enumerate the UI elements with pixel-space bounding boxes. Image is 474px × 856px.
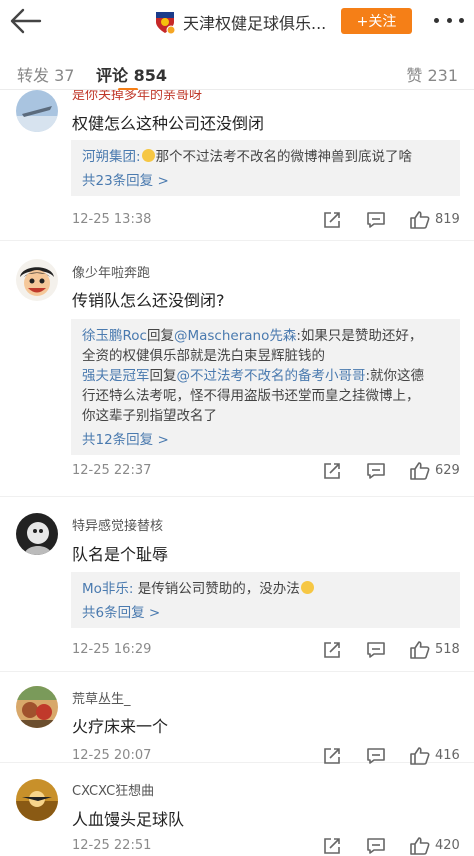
emoji-icon [300,581,314,594]
more-options-icon[interactable] [434,13,464,27]
avatar[interactable] [16,686,58,728]
like-count: 518 [435,642,460,657]
more-replies-link[interactable]: 共23条回复 > [82,171,449,191]
comment-meta: 12-25 22:37 629 [72,461,462,481]
avatar[interactable] [16,259,58,301]
comment-item: CXCXC狂想曲 人血馒头足球队 12-25 22:51 420 [0,763,474,856]
reply-text: 是传销公司赞助的，没办法 [133,581,300,597]
tab-comments[interactable]: 评论 854 [96,62,167,86]
reply-verb: 回复 [149,368,177,384]
share-icon[interactable] [322,836,344,856]
avatar[interactable] [16,513,58,555]
reply-icon[interactable] [366,836,388,856]
reply-icon[interactable] [366,210,388,230]
comment-time: 12-25 22:51 [72,838,152,853]
reply-verb: 回复 [146,328,174,344]
share-icon[interactable] [322,461,344,481]
reply-mention[interactable]: @Mascherano先森 [174,328,296,344]
page-title-group: 天津权健足球俱乐... [154,9,326,35]
comment-meta: 12-25 22:51 420 [72,836,462,856]
reply-box[interactable]: 河朔集团: 那个不过法考不改名的微博神兽到底说了啥 共23条回复 > [71,140,460,196]
comment-item: 是你关掉多年的亲哥呀 权健怎么这种公司还没倒闭 河朔集团: 那个不过法考不改名的微… [0,90,474,241]
follow-button[interactable]: +关注 [341,8,412,34]
reply-line: 你这辈子别指望改名了 [82,408,217,424]
like-count: 819 [435,212,460,227]
reply-line: Mo非乐: 是传销公司赞助的，没办法 [82,579,449,599]
comment-item: 荒草丛生_ 火疗床来一个 12-25 20:07 416 [0,672,474,765]
tab-reposts-count: 37 [54,66,75,85]
share-icon[interactable] [322,640,344,660]
reply-box[interactable]: Mo非乐: 是传销公司赞助的，没办法 共6条回复 > [71,572,460,628]
like-count: 416 [435,748,460,763]
comment-time: 12-25 22:37 [72,463,152,478]
like-icon[interactable] [409,461,431,481]
more-replies-link[interactable]: 共12条回复 > [82,430,449,450]
comment-username[interactable]: 是你关掉多年的亲哥呀 [72,90,202,103]
like-count: 420 [435,838,460,853]
comment-username[interactable]: 荒草丛生_ [72,688,131,707]
back-arrow-icon[interactable] [8,6,44,36]
reply-line: 行还特么法考呢，怪不得用盗版书还堂而皇之挂微博上， [82,388,420,404]
reply-username[interactable]: 河朔集团: [82,149,141,165]
comment-text: 人血馒头足球队 [72,810,185,829]
more-replies-link[interactable]: 共6条回复 > [82,603,449,623]
comment-text: 权健怎么这种公司还没倒闭 [72,114,265,133]
comment-text: 传销队怎么还没倒闭? [72,291,225,310]
like-icon[interactable] [409,210,431,230]
tab-likes-label: 赞 [406,66,423,85]
tab-comments-count: 854 [133,66,167,85]
comment-item: 特异感觉接替核 队名是个耻辱 Mo非乐: 是传销公司赞助的，没办法 共6条回复 … [0,497,474,672]
like-count: 629 [435,463,460,478]
share-icon[interactable] [322,210,344,230]
reply-username[interactable]: 强夫是冠军 [82,368,150,384]
reply-box[interactable]: 徐玉鹏Roc回复@Mascherano先森:如果只是赞助还好， 全资的权健俱乐部… [71,319,460,455]
avatar[interactable] [16,90,58,132]
tab-comments-label: 评论 [96,66,129,85]
reply-line: 全资的权健俱乐部就是洗白束昱辉脏钱的 [82,348,325,364]
comment-username[interactable]: CXCXC狂想曲 [72,780,154,799]
comment-text: 队名是个耻辱 [72,545,169,564]
reply-line: 河朔集团: 那个不过法考不改名的微博神兽到底说了啥 [82,147,449,167]
comment-time: 12-25 16:29 [72,642,152,657]
like-icon[interactable] [409,836,431,856]
team-logo-icon [154,10,176,35]
reply-mention[interactable]: @不过法考不改名的备考小哥哥 [177,368,366,384]
reply-username[interactable]: 徐玉鹏Roc [82,328,147,344]
comment-username[interactable]: 特异感觉接替核 [72,515,163,534]
comment-time: 12-25 20:07 [72,748,152,763]
reply-text: :就你这德 [365,368,425,384]
tab-reposts[interactable]: 转发 37 [17,62,74,86]
reply-text: :如果只是赞助还好， [296,328,423,344]
emoji-icon [141,149,155,162]
reply-icon[interactable] [366,640,388,660]
comment-time: 12-25 13:38 [72,212,152,227]
tab-bar: 转发 37 评论 854 赞 231 [0,44,474,91]
reply-text: 那个不过法考不改名的微博神兽到底说了啥 [155,149,413,165]
page-title: 天津权健足球俱乐... [183,14,327,33]
comment-username[interactable]: 像少年啦奔跑 [72,262,150,281]
comment-meta: 12-25 13:38 819 [72,210,462,230]
reply-line: 强夫是冠军回复@不过法考不改名的备考小哥哥:就你这德 [82,366,449,386]
top-bar: 天津权健足球俱乐... +关注 [0,0,474,44]
comment-item: 像少年啦奔跑 传销队怎么还没倒闭? 徐玉鹏Roc回复@Mascherano先森:… [0,241,474,497]
avatar[interactable] [16,779,58,821]
reply-line: 徐玉鹏Roc回复@Mascherano先森:如果只是赞助还好， [82,326,449,346]
tab-likes-count: 231 [427,66,458,85]
comment-meta: 12-25 16:29 518 [72,640,462,660]
reply-icon[interactable] [366,461,388,481]
comment-text: 火疗床来一个 [72,717,169,736]
tab-reposts-label: 转发 [17,66,50,85]
like-icon[interactable] [409,640,431,660]
comment-feed: 是你关掉多年的亲哥呀 权健怎么这种公司还没倒闭 河朔集团: 那个不过法考不改名的微… [0,90,474,856]
tab-likes[interactable]: 赞 231 [406,62,458,86]
reply-username[interactable]: Mo非乐: [82,581,133,597]
